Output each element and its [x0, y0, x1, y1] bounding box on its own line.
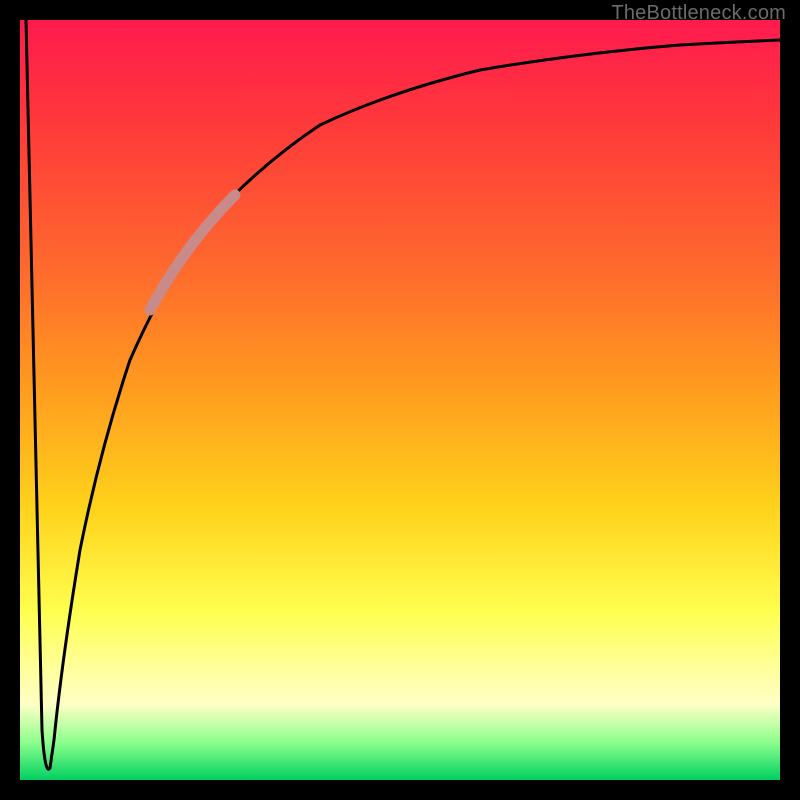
bottleneck-curve [26, 20, 780, 769]
chart-stage: TheBottleneck.com [0, 0, 800, 800]
curve-highlight [150, 195, 235, 310]
curve-svg [20, 20, 780, 780]
watermark-text: TheBottleneck.com [611, 2, 786, 25]
